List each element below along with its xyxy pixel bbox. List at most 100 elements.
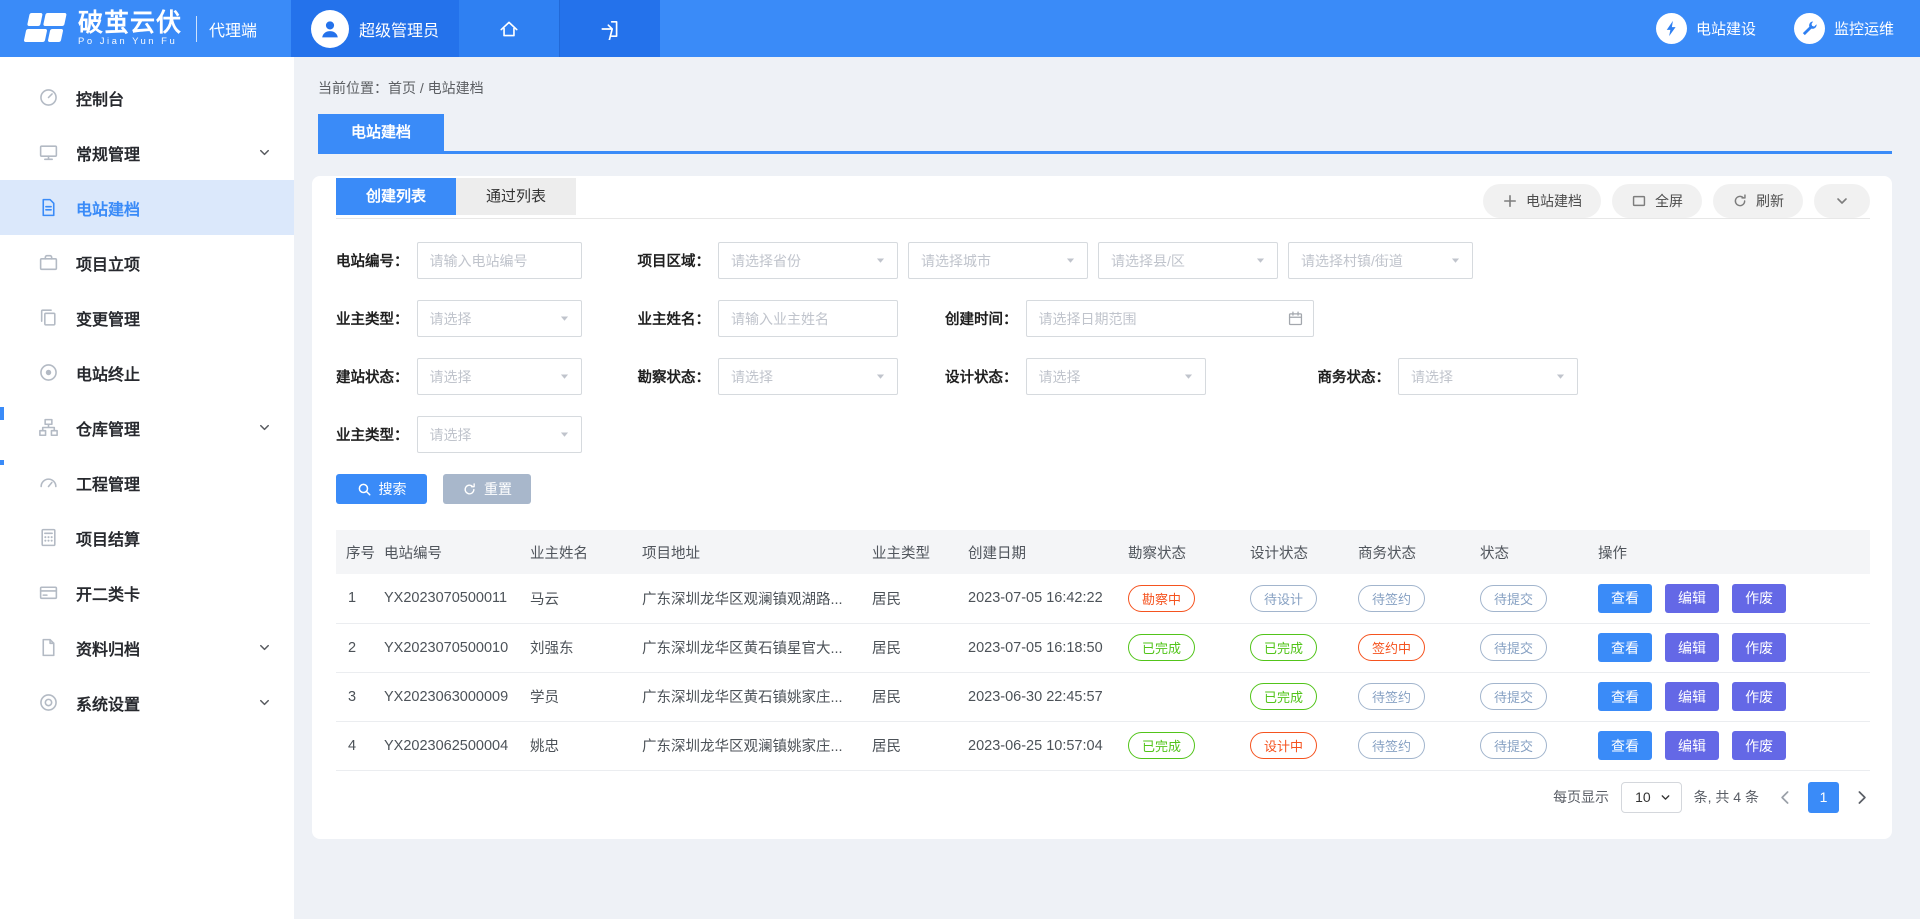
cell-index: 2 bbox=[336, 623, 376, 672]
void-button[interactable]: 作废 bbox=[1732, 633, 1786, 662]
cell-address: 广东深圳龙华区黄石镇星官大... bbox=[634, 623, 864, 672]
cell-code: YX2023062500004 bbox=[376, 721, 522, 770]
void-button[interactable]: 作废 bbox=[1732, 731, 1786, 760]
sidebar-item-change-mgmt[interactable]: 变更管理 bbox=[0, 290, 294, 345]
date-range-input[interactable] bbox=[1026, 300, 1314, 337]
archive-icon bbox=[38, 637, 59, 658]
sidebar-item-console[interactable]: 控制台 bbox=[0, 70, 294, 125]
briefcase-icon bbox=[38, 252, 59, 273]
sidebar-item-label: 项目立项 bbox=[76, 251, 140, 275]
edit-button[interactable]: 编辑 bbox=[1665, 584, 1719, 613]
sidebar: 控制台 常规管理 电站建档 项目立项 变更管理 电站终止 仓库管理 工程管理 项… bbox=[0, 57, 294, 919]
town-select[interactable]: 请选择村镇/街道 bbox=[1288, 242, 1473, 279]
next-page-button[interactable] bbox=[1853, 789, 1870, 806]
dashboard-icon bbox=[38, 87, 59, 108]
void-button[interactable]: 作废 bbox=[1732, 584, 1786, 613]
sidebar-item-type2-card[interactable]: 开二类卡 bbox=[0, 565, 294, 620]
sidebar-item-label: 常规管理 bbox=[76, 141, 140, 165]
county-select[interactable]: 请选择县/区 bbox=[1098, 242, 1278, 279]
caret-down-icon bbox=[874, 370, 887, 383]
user-menu[interactable]: 超级管理员 bbox=[291, 0, 459, 57]
sidebar-item-label: 工程管理 bbox=[76, 471, 140, 495]
col-created: 创建日期 bbox=[960, 530, 1120, 574]
caret-down-icon bbox=[558, 370, 571, 383]
sidebar-item-general-mgmt[interactable]: 常规管理 bbox=[0, 125, 294, 180]
gauge-icon bbox=[38, 472, 59, 493]
owner-type2-select[interactable]: 请选择 bbox=[417, 416, 582, 453]
sidebar-item-engineering-mgmt[interactable]: 工程管理 bbox=[0, 455, 294, 510]
sidebar-item-station-terminate[interactable]: 电站终止 bbox=[0, 345, 294, 400]
owner-name-input[interactable] bbox=[718, 300, 898, 337]
tab-create-list[interactable]: 创建列表 bbox=[336, 178, 456, 215]
fullscreen-icon bbox=[1631, 193, 1647, 209]
breadcrumb: 当前位置：首页 / 电站建档 bbox=[312, 57, 1892, 98]
collapse-toolbar-button[interactable] bbox=[1814, 184, 1870, 218]
col-actions: 操作 bbox=[1590, 530, 1870, 574]
col-address: 项目地址 bbox=[634, 530, 864, 574]
logout-button[interactable] bbox=[559, 0, 660, 57]
search-button[interactable]: 搜索 bbox=[336, 474, 427, 504]
owner-type-select[interactable]: 请选择 bbox=[417, 300, 582, 337]
wrench-icon bbox=[1800, 19, 1819, 38]
brand-logo-icon bbox=[22, 11, 68, 47]
edit-button[interactable]: 编辑 bbox=[1665, 682, 1719, 711]
view-button[interactable]: 查看 bbox=[1598, 682, 1652, 711]
page-tab-station-archive[interactable]: 电站建档 bbox=[318, 114, 444, 151]
sidebar-item-project-approval[interactable]: 项目立项 bbox=[0, 235, 294, 290]
page-tab-underline bbox=[318, 151, 1892, 154]
sidebar-item-label: 资料归档 bbox=[76, 636, 140, 660]
view-button[interactable]: 查看 bbox=[1598, 731, 1652, 760]
cell-type: 居民 bbox=[864, 623, 960, 672]
col-design: 设计状态 bbox=[1242, 530, 1350, 574]
fullscreen-button[interactable]: 全屏 bbox=[1612, 184, 1702, 218]
business-status-select[interactable]: 请选择 bbox=[1398, 358, 1578, 395]
void-button[interactable]: 作废 bbox=[1732, 682, 1786, 711]
sidebar-item-warehouse-mgmt[interactable]: 仓库管理 bbox=[0, 400, 294, 455]
edit-button[interactable]: 编辑 bbox=[1665, 731, 1719, 760]
caret-down-icon bbox=[1064, 254, 1077, 267]
nav-monitor-ops[interactable]: 监控运维 bbox=[1794, 13, 1894, 44]
sidebar-item-label: 电站建档 bbox=[76, 196, 140, 220]
design-status-badge: 已完成 bbox=[1250, 634, 1317, 661]
search-button-label: 搜索 bbox=[379, 479, 407, 499]
business-status-label: 商务状态： bbox=[1318, 366, 1391, 387]
sidebar-item-station-archive[interactable]: 电站建档 bbox=[0, 180, 294, 235]
create-station-button[interactable]: 电站建档 bbox=[1483, 184, 1601, 218]
cell-created: 2023-06-30 22:45:57 bbox=[960, 672, 1120, 721]
tab-passed-list[interactable]: 通过列表 bbox=[456, 178, 576, 215]
station-code-input[interactable] bbox=[417, 242, 582, 279]
refresh-button[interactable]: 刷新 bbox=[1713, 184, 1803, 218]
nav-station-build[interactable]: 电站建设 bbox=[1656, 13, 1756, 44]
build-status-select[interactable]: 请选择 bbox=[417, 358, 582, 395]
province-select[interactable]: 请选择省份 bbox=[718, 242, 898, 279]
calendar-icon[interactable] bbox=[1287, 310, 1304, 327]
sidebar-item-data-archive[interactable]: 资料归档 bbox=[0, 620, 294, 675]
per-page-select[interactable]: 10 bbox=[1621, 782, 1682, 813]
cell-address: 广东深圳龙华区观澜镇姚家庄... bbox=[634, 721, 864, 770]
cell-owner: 学员 bbox=[522, 672, 634, 721]
home-button[interactable] bbox=[459, 0, 559, 57]
view-button[interactable]: 查看 bbox=[1598, 584, 1652, 613]
design-status-select[interactable]: 请选择 bbox=[1026, 358, 1206, 395]
sidebar-item-system-settings[interactable]: 系统设置 bbox=[0, 675, 294, 730]
sidebar-scrollbar-mark bbox=[0, 460, 4, 465]
caret-down-icon bbox=[558, 428, 571, 441]
edit-button[interactable]: 编辑 bbox=[1665, 633, 1719, 662]
header-spacer bbox=[660, 0, 1656, 57]
col-business: 商务状态 bbox=[1350, 530, 1472, 574]
view-button[interactable]: 查看 bbox=[1598, 633, 1652, 662]
sidebar-item-label: 项目结算 bbox=[76, 526, 140, 550]
design-status-select-value: 请选择 bbox=[1039, 367, 1081, 387]
cell-owner: 刘强东 bbox=[522, 623, 634, 672]
reset-button[interactable]: 重置 bbox=[443, 474, 531, 504]
cell-address: 广东深圳龙华区黄石镇姚家庄... bbox=[634, 672, 864, 721]
page-number-button[interactable]: 1 bbox=[1808, 782, 1839, 813]
cell-code: YX2023063000009 bbox=[376, 672, 522, 721]
person-icon bbox=[318, 17, 342, 41]
sidebar-item-label: 系统设置 bbox=[76, 691, 140, 715]
filter-form: 电站编号： 项目区域： 请选择省份 请选择城市 请选择县/区 请选择村镇/街道 … bbox=[336, 219, 1870, 504]
city-select[interactable]: 请选择城市 bbox=[908, 242, 1088, 279]
survey-status-select[interactable]: 请选择 bbox=[718, 358, 898, 395]
sidebar-item-project-settlement[interactable]: 项目结算 bbox=[0, 510, 294, 565]
prev-page-button[interactable] bbox=[1777, 789, 1794, 806]
